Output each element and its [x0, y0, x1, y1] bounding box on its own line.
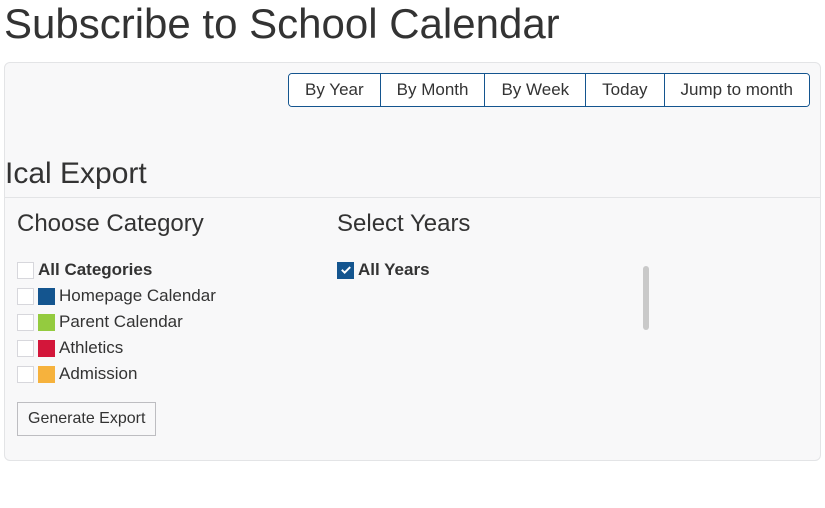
- checkbox-empty-icon: [17, 314, 34, 331]
- category-option[interactable]: Parent Calendar: [17, 312, 297, 332]
- category-option[interactable]: Athletics: [17, 338, 297, 358]
- checkbox-checked-icon: [337, 262, 354, 279]
- page-title: Subscribe to School Calendar: [0, 0, 825, 62]
- by-year-button[interactable]: By Year: [289, 74, 381, 106]
- section-title: Ical Export: [5, 107, 820, 197]
- category-label: Athletics: [59, 338, 123, 358]
- years-column: Select Years All Years: [337, 210, 637, 390]
- checkbox-empty-icon: [17, 262, 34, 279]
- checkbox-empty-icon: [17, 340, 34, 357]
- view-switcher: By Year By Month By Week Today Jump to m…: [288, 73, 810, 107]
- all-categories-label: All Categories: [38, 260, 152, 280]
- all-years-option[interactable]: All Years: [337, 260, 637, 280]
- category-color-swatch: [38, 288, 55, 305]
- checkbox-empty-icon: [17, 366, 34, 383]
- jump-to-month-button[interactable]: Jump to month: [665, 74, 809, 106]
- category-label: Homepage Calendar: [59, 286, 216, 306]
- category-color-swatch: [38, 366, 55, 383]
- generate-export-button[interactable]: Generate Export: [17, 402, 156, 436]
- by-month-button[interactable]: By Month: [381, 74, 486, 106]
- category-column: Choose Category All Categories Homepage …: [17, 210, 297, 390]
- by-week-button[interactable]: By Week: [485, 74, 586, 106]
- export-form: Choose Category All Categories Homepage …: [5, 198, 820, 402]
- category-label: Admission: [59, 364, 137, 384]
- calendar-panel: By Year By Month By Week Today Jump to m…: [4, 62, 821, 461]
- category-option[interactable]: Homepage Calendar: [17, 286, 297, 306]
- category-heading: Choose Category: [17, 210, 297, 238]
- checkbox-empty-icon: [17, 288, 34, 305]
- all-years-label: All Years: [358, 260, 430, 280]
- view-switcher-row: By Year By Month By Week Today Jump to m…: [5, 63, 820, 107]
- category-color-swatch: [38, 340, 55, 357]
- scrollbar-thumb[interactable]: [643, 266, 649, 330]
- all-categories-option[interactable]: All Categories: [17, 260, 297, 280]
- category-color-swatch: [38, 314, 55, 331]
- generate-row: Generate Export: [5, 402, 820, 460]
- today-button[interactable]: Today: [586, 74, 664, 106]
- years-heading: Select Years: [337, 210, 637, 238]
- category-label: Parent Calendar: [59, 312, 183, 332]
- category-option[interactable]: Admission: [17, 364, 297, 384]
